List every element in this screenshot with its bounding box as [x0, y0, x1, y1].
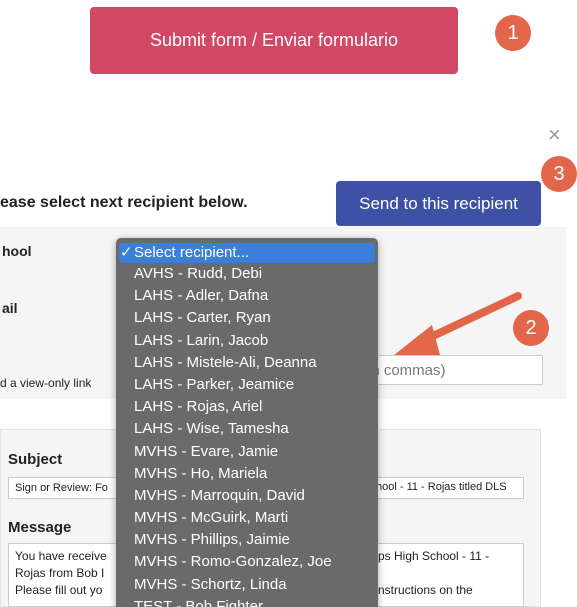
check-icon: ✓	[120, 244, 133, 261]
submit-form-button[interactable]: Submit form / Enviar formulario	[90, 7, 458, 74]
school-label: hool	[2, 243, 32, 259]
email-label: ail	[2, 300, 18, 316]
recipient-option[interactable]: MVHS - Schortz, Linda	[116, 574, 378, 596]
recipient-option[interactable]: TEST - Bob Fighter	[116, 596, 378, 607]
step-2-badge: 2	[513, 310, 549, 346]
subject-label: Subject	[8, 451, 63, 468]
subject-input-tail: hool - 11 - Rojas titled DLS	[376, 481, 507, 493]
recipient-option[interactable]: LAHS - Carter, Ryan	[116, 307, 378, 329]
recipient-option[interactable]: LAHS - Wise, Tamesha	[116, 418, 378, 440]
recipient-option[interactable]: MVHS - McGuirk, Marti	[116, 507, 378, 529]
recipient-option[interactable]: LAHS - Parker, Jeamice	[116, 374, 378, 396]
recipient-option[interactable]: LAHS - Mistele-Ali, Deanna	[116, 352, 378, 374]
send-to-recipient-button[interactable]: Send to this recipient	[336, 181, 541, 226]
select-recipient-prompt: ease select next recipient below.	[0, 194, 248, 211]
recipient-option[interactable]: MVHS - Romo-Gonzalez, Joe	[116, 551, 378, 573]
recipient-option[interactable]: LAHS - Larin, Jacob	[116, 330, 378, 352]
recipient-option[interactable]: LAHS - Rojas, Ariel	[116, 396, 378, 418]
recipient-dropdown[interactable]: ✓Select recipient... AVHS - Rudd, Debi L…	[116, 238, 378, 607]
recipient-option[interactable]: AVHS - Rudd, Debi	[116, 263, 378, 285]
recipient-option[interactable]: LAHS - Adler, Dafna	[116, 285, 378, 307]
close-icon[interactable]: ×	[548, 124, 561, 146]
recipient-option[interactable]: MVHS - Phillips, Jaimie	[116, 529, 378, 551]
step-1-badge: 1	[495, 15, 531, 51]
step-3-badge: 3	[541, 156, 577, 192]
recipient-option[interactable]: MVHS - Marroquin, David	[116, 485, 378, 507]
message-line-tail: ps High School - 11 -	[378, 549, 490, 563]
recipient-option[interactable]: MVHS - Ho, Mariela	[116, 463, 378, 485]
message-label: Message	[8, 519, 72, 536]
recipient-option-selected[interactable]: ✓Select recipient...	[119, 243, 375, 263]
recipient-option[interactable]: MVHS - Evare, Jamie	[116, 441, 378, 463]
view-only-link-text: d a view-only link	[0, 376, 92, 390]
message-line-tail: nstructions on the	[378, 583, 473, 597]
annotation-arrow-icon	[394, 292, 522, 355]
